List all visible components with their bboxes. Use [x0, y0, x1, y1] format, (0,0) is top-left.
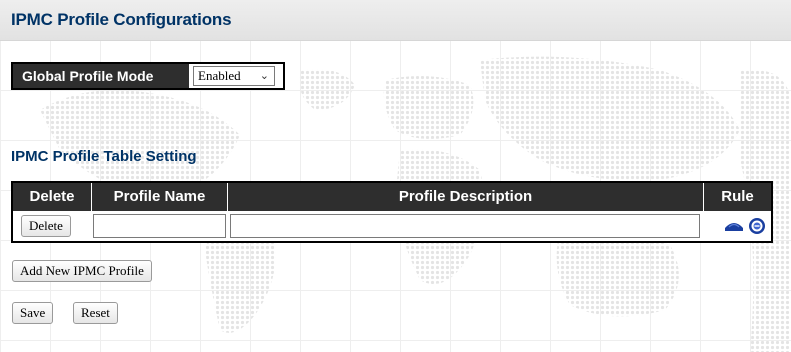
- delete-button[interactable]: Delete: [21, 215, 71, 237]
- add-new-ipmc-profile-button[interactable]: Add New IPMC Profile: [12, 260, 152, 282]
- global-profile-mode-label: Global Profile Mode: [13, 64, 189, 88]
- global-profile-mode-value: Enabled: [198, 68, 241, 83]
- edit-rule-icon[interactable]: [748, 217, 766, 235]
- delete-cell: Delete: [13, 211, 92, 241]
- reset-button[interactable]: Reset: [73, 302, 118, 324]
- global-profile-mode-box: Global Profile Mode Enabled ⌄: [11, 62, 285, 90]
- rule-cell: [704, 211, 771, 241]
- header-bar: IPMC Profile Configurations: [0, 0, 791, 41]
- column-header-rule: Rule: [721, 188, 754, 205]
- page: IPMC Profile Configurations Global Profi…: [0, 0, 791, 352]
- profile-name-input[interactable]: [93, 214, 226, 238]
- chevron-down-icon: ⌄: [259, 69, 269, 82]
- profile-description-cell: [228, 211, 704, 241]
- table-row: Delete: [13, 211, 771, 241]
- save-button[interactable]: Save: [12, 302, 54, 324]
- profile-table: Delete Profile Name Profile Description …: [11, 181, 773, 243]
- profile-description-input[interactable]: [230, 214, 700, 238]
- navigate-rule-icon[interactable]: [724, 218, 744, 234]
- page-title: IPMC Profile Configurations: [11, 10, 232, 29]
- column-header-delete: Delete: [13, 183, 92, 211]
- global-profile-mode-select[interactable]: Enabled ⌄: [193, 66, 275, 86]
- column-header-profile-name: Profile Name: [92, 183, 228, 211]
- table-header: Delete Profile Name Profile Description …: [13, 183, 771, 211]
- section-title: IPMC Profile Table Setting: [11, 148, 197, 165]
- profile-name-cell: [92, 211, 228, 241]
- column-header-profile-description: Profile Description: [228, 183, 704, 211]
